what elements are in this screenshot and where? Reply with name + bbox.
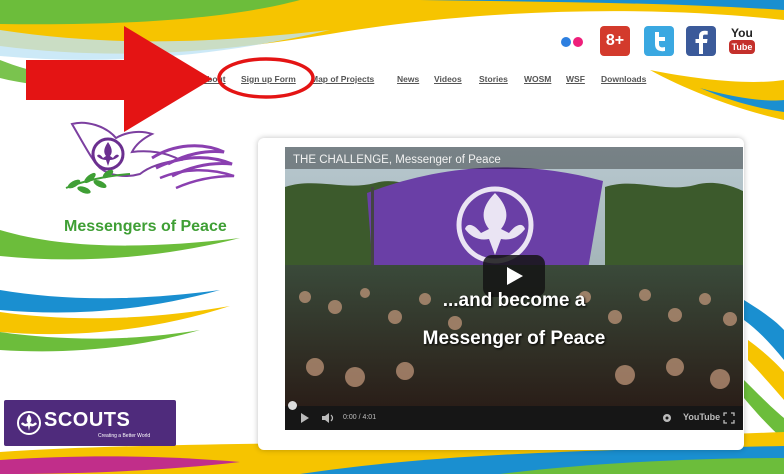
- fullscreen-icon[interactable]: [723, 412, 735, 424]
- google-plus-glyph: 8+: [605, 32, 625, 49]
- play-control-icon[interactable]: [299, 412, 311, 424]
- video-time: 0:00 / 4:01: [343, 414, 377, 421]
- facebook-glyph: [695, 30, 708, 54]
- youtube-icon[interactable]: You Tube: [728, 26, 758, 56]
- fleur-de-lis-icon: [17, 411, 41, 435]
- settings-gear-icon[interactable]: [661, 412, 673, 424]
- facebook-icon[interactable]: [686, 26, 716, 56]
- page-canvas: 8+ You Tube About Sign up Form Map of Pr…: [0, 0, 784, 474]
- messengers-of-peace-text: Messengers of Peace: [64, 218, 227, 235]
- youtube-top-text: You: [731, 26, 753, 40]
- nav-news[interactable]: News: [397, 74, 419, 84]
- video-caption-line2: Messenger of Peace: [422, 328, 606, 349]
- twitter-icon[interactable]: [644, 26, 674, 56]
- video-progress-dot[interactable]: [288, 401, 297, 410]
- nav-wosm[interactable]: WOSM: [524, 74, 551, 84]
- scouts-wordmark: SCOUTS: [44, 409, 131, 431]
- video-player[interactable]: THE CHALLENGE, Messenger of Peace ...and…: [285, 147, 743, 430]
- nav-downloads[interactable]: Downloads: [601, 74, 646, 84]
- video-caption-line1: ...and become a: [442, 290, 586, 311]
- nav-wsf[interactable]: WSF: [566, 74, 585, 84]
- messengers-of-peace-logo[interactable]: [56, 118, 242, 218]
- scouts-logo[interactable]: SCOUTS Creating a Better World: [4, 400, 176, 446]
- nav-stories[interactable]: Stories: [479, 74, 508, 84]
- twitter-glyph: [655, 32, 665, 52]
- nav-map-of-projects[interactable]: Map of Projects: [311, 74, 374, 84]
- red-arrow-annotation: [26, 26, 212, 132]
- video-controls-bar: 0:00 / 4:01 YouTube: [285, 406, 743, 430]
- flickr-icon[interactable]: [560, 36, 590, 48]
- google-plus-icon[interactable]: 8+: [600, 26, 630, 56]
- volume-icon[interactable]: [321, 412, 337, 424]
- nav-videos[interactable]: Videos: [434, 74, 462, 84]
- scouts-tagline: Creating a Better World: [98, 433, 151, 439]
- youtube-logo[interactable]: YouTube: [683, 412, 720, 422]
- red-circle-annotation: [217, 57, 315, 99]
- youtube-bottom-text: Tube: [729, 40, 755, 54]
- video-title[interactable]: THE CHALLENGE, Messenger of Peace: [293, 154, 501, 166]
